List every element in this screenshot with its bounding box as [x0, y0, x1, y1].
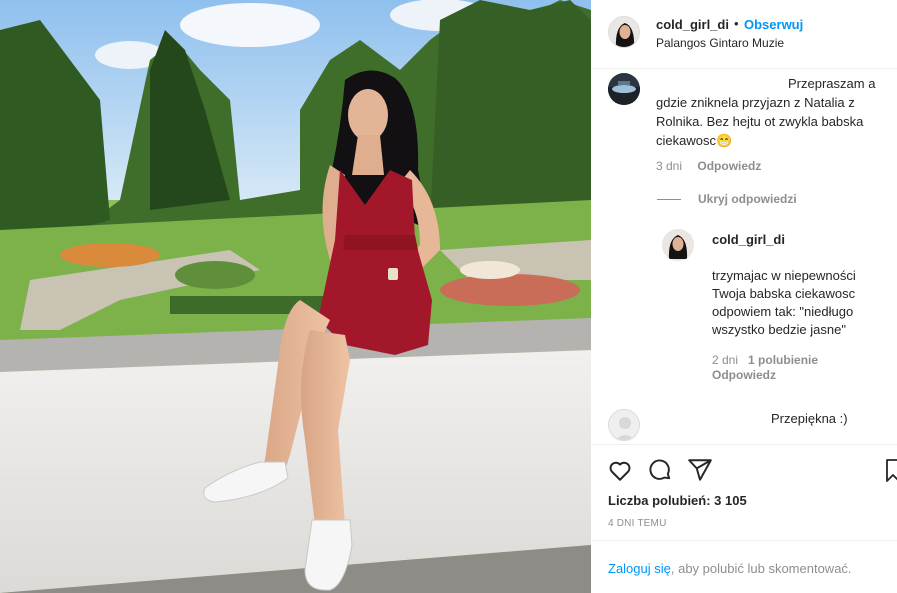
- bookmark-icon[interactable]: [886, 457, 897, 483]
- reply-meta: 2 dni 1 polubienie Odpowiedz: [712, 353, 882, 383]
- replies-divider: [657, 199, 681, 200]
- post-side-panel: cold_girl_di • Obserwuj Palangos Gintaro…: [591, 0, 897, 593]
- login-prompt: Zaloguj się, aby polubić lub skomentować…: [608, 561, 852, 576]
- post-header: cold_girl_di • Obserwuj Palangos Gintaro…: [591, 0, 897, 69]
- reply-avatar[interactable]: [662, 229, 694, 261]
- likes-count[interactable]: Liczba polubień: 3 105: [608, 493, 747, 508]
- separator-dot: •: [734, 16, 739, 31]
- post-username-link[interactable]: cold_girl_di: [656, 17, 729, 32]
- login-prompt-rest: , aby polubić lub skomentować.: [670, 561, 852, 576]
- follow-button[interactable]: Obserwuj: [744, 17, 803, 32]
- login-footer: Zaloguj się, aby polubić lub skomentować…: [591, 540, 897, 593]
- heart-icon[interactable]: [607, 457, 633, 483]
- commenter-avatar[interactable]: [608, 73, 640, 105]
- woman-in-park-image: [0, 0, 591, 593]
- reply-likes[interactable]: 1 polubienie: [748, 353, 818, 367]
- comment-text: Przepiękna :): [771, 411, 848, 426]
- action-bar: Liczba polubień: 3 105 4 DNI TEMU: [591, 444, 897, 544]
- comment-icon[interactable]: [647, 457, 673, 483]
- reply-reply-button[interactable]: Odpowiedz: [712, 368, 776, 382]
- reply-time[interactable]: 2 dni: [712, 353, 738, 367]
- reply-button[interactable]: Odpowiedz: [697, 159, 761, 173]
- comment-meta: 3 dni Odpowiedz: [656, 159, 773, 173]
- post-photo[interactable]: [0, 0, 591, 593]
- location-link[interactable]: Palangos Gintaro Muzie: [656, 36, 784, 50]
- comment-time[interactable]: 3 dni: [656, 159, 682, 173]
- comment-text: Przepraszam a gdzie zniknela przyjazn z …: [656, 76, 876, 148]
- user-avatar[interactable]: [608, 16, 640, 48]
- avatar-landscape-icon: [608, 73, 640, 105]
- avatar-portrait-icon: [662, 229, 694, 261]
- default-user-icon: [615, 417, 635, 440]
- reply-text: trzymajac w niepewności Twoja babska cie…: [712, 268, 856, 337]
- default-avatar[interactable]: [608, 409, 640, 441]
- post-date: 4 DNI TEMU: [608, 518, 667, 529]
- avatar-portrait-icon: [609, 17, 639, 47]
- hide-replies-button[interactable]: Ukryj odpowiedzi: [698, 192, 797, 206]
- login-link[interactable]: Zaloguj się: [608, 561, 671, 576]
- share-icon[interactable]: [687, 457, 713, 483]
- reply-username-link[interactable]: cold_girl_di: [712, 232, 785, 247]
